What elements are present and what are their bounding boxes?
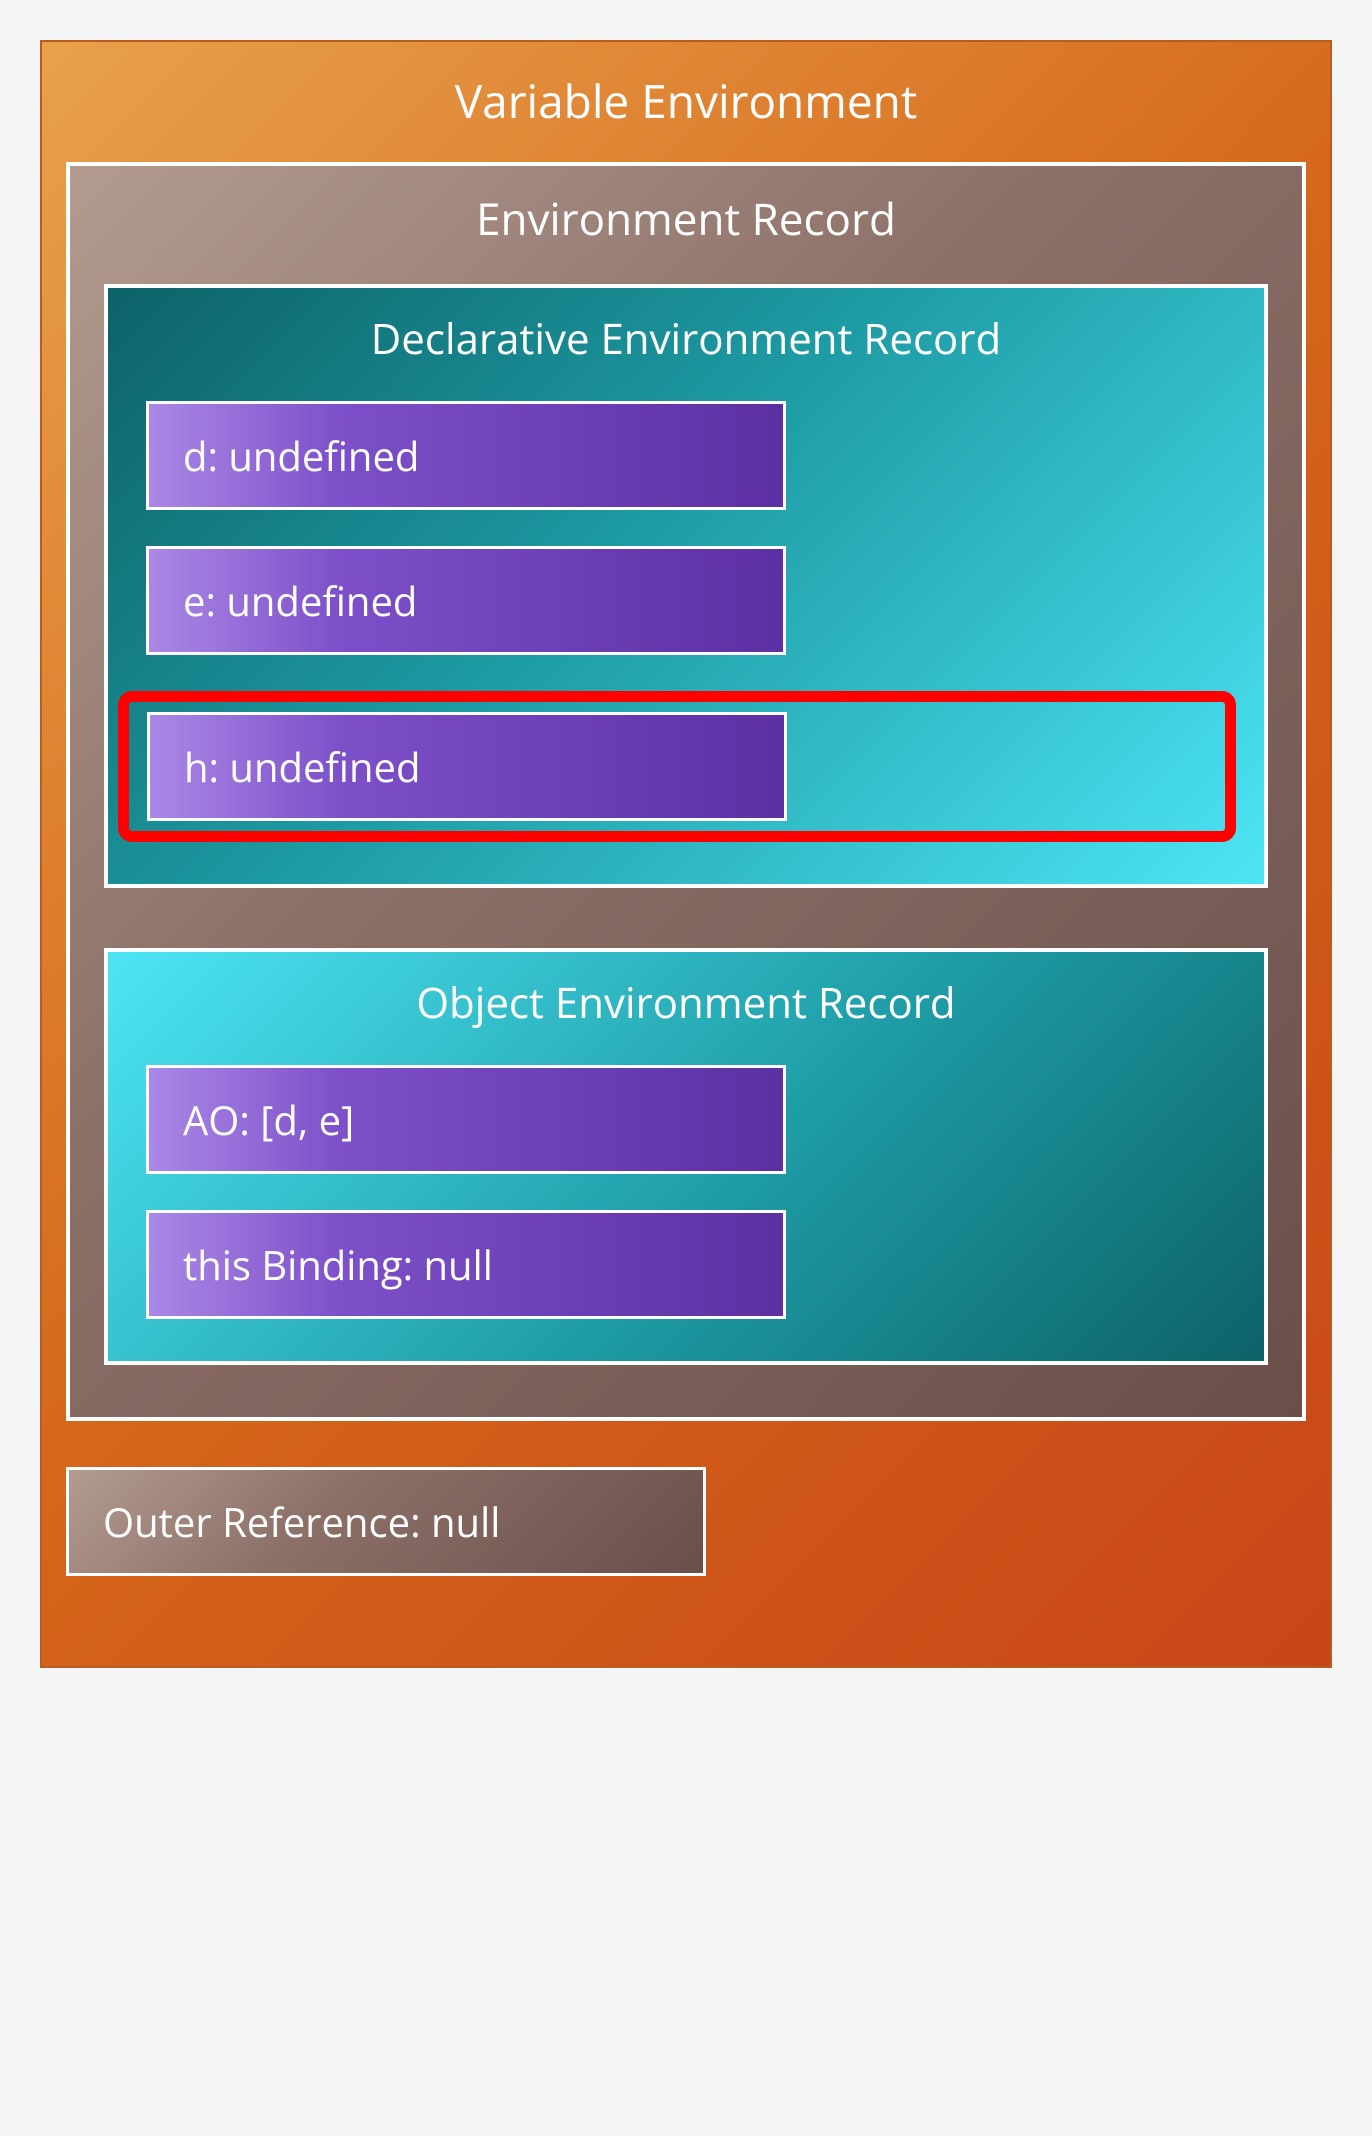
environment-record-title: Environment Record (104, 188, 1268, 248)
declarative-environment-record-box: Declarative Environment Record d: undefi… (104, 284, 1268, 888)
object-environment-record-title: Object Environment Record (146, 974, 1226, 1031)
outer-reference-box: Outer Reference: null (66, 1467, 706, 1576)
object-item: AO: [d, e] (146, 1065, 786, 1174)
environment-record-box: Environment Record Declarative Environme… (66, 162, 1306, 1421)
declarative-item: e: undefined (146, 546, 786, 655)
object-environment-record-box: Object Environment Record AO: [d, e] thi… (104, 948, 1268, 1365)
object-item: this Binding: null (146, 1210, 786, 1319)
declarative-item-highlighted: h: undefined (147, 712, 787, 821)
variable-environment-box: Variable Environment Environment Record … (40, 40, 1332, 1668)
declarative-environment-record-title: Declarative Environment Record (146, 310, 1226, 367)
declarative-item: d: undefined (146, 401, 786, 510)
highlighted-item-border: h: undefined (118, 691, 1236, 842)
variable-environment-title: Variable Environment (66, 70, 1306, 132)
